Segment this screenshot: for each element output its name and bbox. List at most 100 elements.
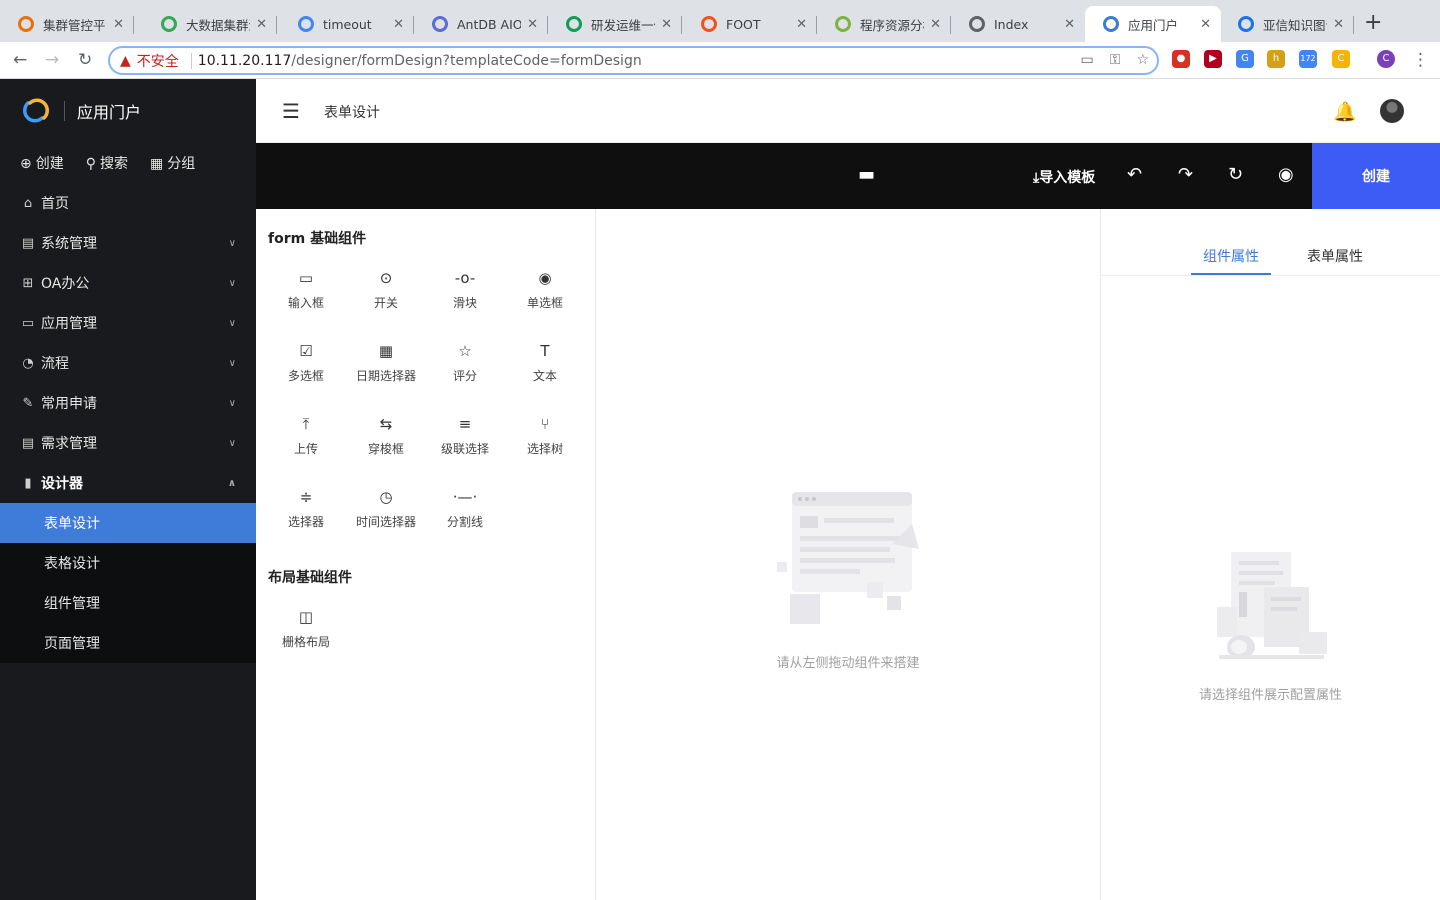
redo-icon[interactable]: ↷ [1178, 165, 1193, 185]
logo-icon [23, 98, 49, 123]
profile-ext-icon[interactable]: C [1377, 50, 1395, 68]
tab-close-icon[interactable]: ✕ [256, 17, 267, 32]
new-tab-button[interactable]: + [1364, 12, 1382, 34]
key-icon[interactable]: ⚿ [1110, 52, 1121, 68]
quick-action-search[interactable]: ⚲ 搜索 [86, 153, 128, 173]
sidebar-subitem-label: 表单设计 [44, 516, 100, 532]
browser-tab[interactable]: 亚信知识图谱 ✕ [1220, 6, 1354, 42]
import-template-button[interactable]: ⤓导入模板 [1033, 167, 1095, 187]
create-button[interactable]: 创建 [1312, 143, 1440, 209]
address-bar[interactable]: ▲ 不安全 10.11.20.117/designer/formDesign?t… [108, 46, 1159, 75]
bookmark-star-icon[interactable]: ☆ [1136, 52, 1149, 68]
bell-icon[interactable]: 🔔 [1333, 100, 1357, 123]
sidebar-item-demand[interactable]: ▤ 需求管理 ∨ [0, 423, 256, 463]
component-clock[interactable]: ◷ 时间选择器 [346, 482, 426, 542]
tab-favicon-icon [566, 16, 582, 32]
insecure-label: 不安全 [136, 53, 179, 70]
sidebar-item-home[interactable]: ⌂ 首页 [0, 183, 256, 223]
tab-close-icon[interactable]: ✕ [113, 17, 124, 32]
browser-tab[interactable]: FOOT ✕ [683, 6, 817, 42]
tab-title: 亚信知识图谱 [1263, 17, 1327, 33]
url-text[interactable]: 10.11.20.117/designer/formDesign?templat… [198, 53, 642, 69]
component-label: 滑块 [452, 296, 477, 310]
brand[interactable]: 应用门户 [0, 79, 256, 143]
component-transfer[interactable]: ⇆ 穿梭框 [346, 409, 426, 469]
tab-close-icon[interactable]: ✕ [796, 17, 807, 32]
tab-close-icon[interactable]: ✕ [930, 17, 941, 32]
component-tree-select[interactable]: ⑂ 选择树 [505, 409, 585, 469]
tab-favicon-icon [18, 16, 34, 32]
sidebar-item-flow[interactable]: ◔ 流程 ∨ [0, 343, 256, 383]
browser-tab[interactable]: 大数据集群滚 ✕ [143, 6, 277, 42]
sidebar-item-apply[interactable]: ✎ 常用申请 ∨ [0, 383, 256, 423]
component-star[interactable]: ☆ 评分 [425, 336, 505, 396]
component-upload[interactable]: ⤒ 上传 [266, 409, 346, 469]
opera-ext-icon[interactable]: ● [1172, 50, 1190, 68]
sidebar-item-oa[interactable]: ⊞ OA办公 ∨ [0, 263, 256, 303]
video-ext-icon[interactable]: ▶ [1204, 50, 1222, 68]
sidebar-item-label: 设计器 [41, 476, 83, 492]
tab-close-icon[interactable]: ✕ [1200, 17, 1211, 32]
sidebar-subitem[interactable]: 表格设计 [0, 543, 256, 583]
calendar-icon: ▦ [378, 342, 394, 360]
component-slider[interactable]: -o- 滑块 [425, 263, 505, 323]
desktop-preview-icon[interactable]: ▬ [858, 165, 875, 185]
browser-tab[interactable]: 研发运维一体 ✕ [548, 6, 682, 42]
component-checkbox[interactable]: ☑ 多选框 [266, 336, 346, 396]
component-input[interactable]: ▭ 输入框 [266, 263, 346, 323]
calendar-ext-icon[interactable]: 172 [1299, 50, 1317, 68]
browser-toolbar: ← → ↻ ▲ 不安全 10.11.20.117/designer/formDe… [0, 42, 1440, 79]
forward-icon[interactable]: → [45, 50, 59, 70]
component-switch[interactable]: ⊙ 开关 [346, 263, 426, 323]
h-ext-icon[interactable]: h [1267, 50, 1285, 68]
g-ext-icon[interactable]: G [1236, 50, 1254, 68]
component-select[interactable]: ≑ 选择器 [266, 482, 346, 542]
component-calendar[interactable]: ▦ 日期选择器 [346, 336, 426, 396]
preview-eye-icon[interactable]: ◉ [1278, 165, 1294, 185]
tab-close-icon[interactable]: ✕ [661, 17, 672, 32]
tab-separator [681, 16, 682, 34]
reload-icon[interactable]: ↻ [78, 50, 92, 70]
component-grid-layout[interactable]: ◫ 栅格布局 [266, 602, 346, 662]
component-radio[interactable]: ◉ 单选框 [505, 263, 585, 323]
sidebar-subitem[interactable]: 表单设计 [0, 503, 256, 543]
quick-action-label: 搜索 [100, 156, 128, 172]
tab-close-icon[interactable]: ✕ [1064, 17, 1075, 32]
sidebar-item-apps[interactable]: ▭ 应用管理 ∨ [0, 303, 256, 343]
quick-action-grid[interactable]: ▦ 分组 [150, 153, 195, 173]
c-ext-icon[interactable]: C [1332, 50, 1350, 68]
cast-icon[interactable]: ▭ [1081, 52, 1094, 68]
tab-close-icon[interactable]: ✕ [527, 17, 538, 32]
undo-icon[interactable]: ↶ [1127, 165, 1142, 185]
avatar[interactable] [1380, 99, 1404, 123]
browser-tab[interactable]: 程序资源分析 ✕ [817, 6, 951, 42]
tab-form-props[interactable]: 表单属性 [1307, 246, 1363, 266]
menu-fold-icon[interactable]: ☰ [282, 101, 300, 121]
component-label: 输入框 [287, 296, 324, 310]
browser-tab[interactable]: Index ✕ [951, 6, 1085, 42]
component-text[interactable]: T 文本 [505, 336, 585, 396]
browser-tab[interactable]: AntDB AIOps ✕ [414, 6, 548, 42]
tab-title: Index [994, 16, 1029, 32]
sidebar-subitem[interactable]: 页面管理 [0, 623, 256, 663]
component-cascader[interactable]: ≡ 级联选择 [425, 409, 505, 469]
browser-tab[interactable]: timeout ✕ [280, 6, 414, 42]
sidebar-menu: ⌂ 首页 ▤ 系统管理 ∨ ⊞ OA办公 ∨ ▭ 应用管理 ∨ ◔ 流程 ∨ ✎ 常用申请 ∨ ▤ 需求管理 ∨ ▮ 设计… [0, 183, 256, 503]
chevron-up-icon: ∧ [227, 477, 236, 489]
sidebar-item-designer[interactable]: ▮ 设计器 ∧ [0, 463, 256, 503]
folder-icon: ▭ [21, 315, 35, 331]
tab-close-icon[interactable]: ✕ [1333, 17, 1344, 32]
back-icon[interactable]: ← [13, 50, 27, 70]
refresh-icon[interactable]: ↻ [1228, 165, 1243, 185]
component-label: 日期选择器 [355, 369, 416, 383]
browser-menu-icon[interactable]: ⋮ [1412, 50, 1429, 70]
sidebar-item-system[interactable]: ▤ 系统管理 ∨ [0, 223, 256, 263]
tab-component-props[interactable]: 组件属性 [1203, 246, 1259, 266]
quick-action-plus-circle[interactable]: ⊕ 创建 [20, 153, 64, 173]
component-divider[interactable]: ·—· 分割线 [425, 482, 505, 542]
sidebar-subitem[interactable]: 组件管理 [0, 583, 256, 623]
browser-tab[interactable]: 应用门户 ✕ [1085, 6, 1221, 42]
browser-tab[interactable]: 集群管控平台 ✕ [0, 6, 134, 42]
tab-close-icon[interactable]: ✕ [393, 17, 404, 32]
form-canvas[interactable]: 请从左侧拖动组件来搭建 [596, 209, 1101, 900]
